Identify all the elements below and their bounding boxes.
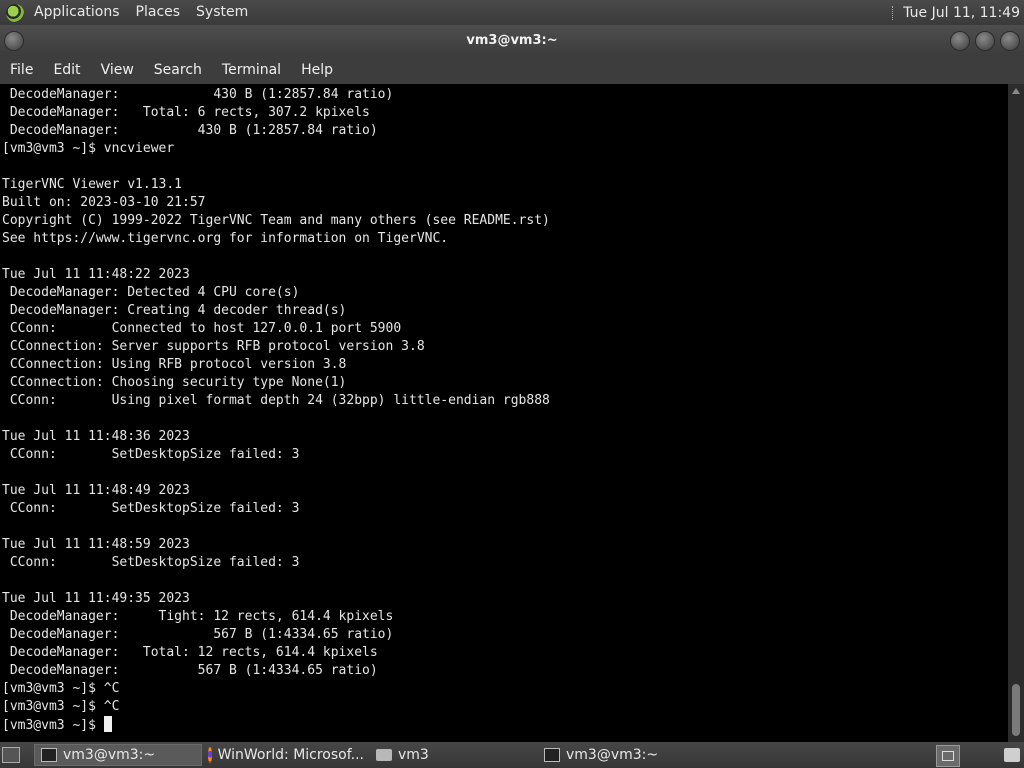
window-title: vm3@vm3:~ [466,33,558,48]
terminal-line: See https://www.tigervnc.org for informa… [2,231,449,246]
terminal-line: DecodeManager: Total: 12 rects, 614.4 kp… [2,645,378,660]
applications-menu[interactable]: Applications [26,0,128,25]
terminal-line: CConn: Connected to host 127.0.0.1 port … [2,321,402,336]
top-panel: Applications Places System Tue Jul 11, 1… [0,0,1024,25]
panel-separator [892,5,895,20]
terminal-icon [544,748,560,762]
terminal-prompt: [vm3@vm3 ~]$ [2,718,104,733]
terminal-output[interactable]: DecodeManager: 430 B (1:2857.84 ratio) D… [0,84,1008,742]
workspace-switcher[interactable] [936,745,960,767]
terminal-line: DecodeManager: 567 B (1:4334.65 ratio) [2,663,378,678]
terminal-line: CConnection: Server supports RFB protoco… [2,339,425,354]
task-label: vm3@vm3:~ [63,747,156,763]
menu-edit[interactable]: Edit [43,56,90,84]
taskbar-item-firefox[interactable]: WinWorld: Microsof... [202,744,370,766]
terminal-line: DecodeManager: 430 B (1:2857.84 ratio) [2,87,394,102]
show-desktop-icon[interactable] [2,747,20,763]
window-title-bar[interactable]: vm3@vm3:~ [0,25,1024,56]
terminal-line: Tue Jul 11 11:48:36 2023 [2,429,190,444]
bottom-panel: vm3@vm3:~ WinWorld: Microsof... vm3 vm3@… [0,742,1024,768]
terminal-line: DecodeManager: Total: 6 rects, 307.2 kpi… [2,105,370,120]
terminal-line: DecodeManager: Detected 4 CPU core(s) [2,285,300,300]
window-menu-icon[interactable] [4,31,24,51]
terminal-line: DecodeManager: Tight: 12 rects, 614.4 kp… [2,609,394,624]
terminal-line: DecodeManager: Creating 4 decoder thread… [2,303,347,318]
terminal-line: Tue Jul 11 11:48:49 2023 [2,483,190,498]
minimize-icon[interactable] [950,31,970,51]
terminal-cursor [103,716,112,732]
terminal-line: CConn: SetDesktopSize failed: 3 [2,447,300,462]
taskbar-item-terminal-1[interactable]: vm3@vm3:~ [34,744,202,766]
terminal-prompt-line: [vm3@vm3 ~]$ [2,716,1008,735]
task-label: vm3 [398,747,429,763]
taskbar-item-folder[interactable]: vm3 [370,744,538,766]
terminal-line: CConn: Using pixel format depth 24 (32bp… [2,393,550,408]
workspace-window-icon [942,751,954,761]
menu-terminal[interactable]: Terminal [212,56,291,84]
terminal-text: DecodeManager: 430 B (1:2857.84 ratio) D… [0,84,1008,735]
terminal-line: CConn: SetDesktopSize failed: 3 [2,555,300,570]
clock[interactable]: Tue Jul 11, 11:49 [903,5,1020,21]
terminal-line: Tue Jul 11 11:48:22 2023 [2,267,190,282]
taskbar-item-terminal-2[interactable]: vm3@vm3:~ [538,744,706,766]
task-label: WinWorld: Microsof... [217,747,364,763]
maximize-icon[interactable] [975,31,995,51]
scroll-up-icon[interactable] [1012,88,1020,94]
terminal-line: CConnection: Using RFB protocol version … [2,357,347,372]
terminal-line: [vm3@vm3 ~]$ vncviewer [2,141,175,156]
terminal-line: CConn: SetDesktopSize failed: 3 [2,501,300,516]
system-menu[interactable]: System [188,0,256,25]
terminal-line: DecodeManager: 430 B (1:2857.84 ratio) [2,123,378,138]
terminal-line: Copyright (C) 1999-2022 TigerVNC Team an… [2,213,550,228]
distro-logo-icon[interactable] [6,3,24,22]
terminal-line: DecodeManager: 567 B (1:4334.65 ratio) [2,627,394,642]
terminal-scrollbar[interactable] [1008,84,1024,742]
trash-icon[interactable] [1004,748,1020,762]
task-label: vm3@vm3:~ [566,747,659,763]
close-icon[interactable] [1000,31,1020,51]
terminal-line: Tue Jul 11 11:48:59 2023 [2,537,190,552]
terminal-line: [vm3@vm3 ~]$ ^C [2,699,120,714]
terminal-line: TigerVNC Viewer v1.13.1 [2,177,183,192]
menu-help[interactable]: Help [291,56,343,84]
places-menu[interactable]: Places [128,0,189,25]
folder-icon [376,749,392,761]
menu-view[interactable]: View [91,56,144,84]
firefox-icon [208,747,212,763]
menu-search[interactable]: Search [144,56,212,84]
menu-file[interactable]: File [0,56,43,84]
terminal-line: CConnection: Choosing security type None… [2,375,347,390]
menu-bar: File Edit View Search Terminal Help [0,56,1024,84]
terminal-line: Built on: 2023-03-10 21:57 [2,195,206,210]
terminal-icon [41,748,57,762]
scrollbar-thumb[interactable] [1012,684,1020,736]
terminal-line: Tue Jul 11 11:49:35 2023 [2,591,190,606]
terminal-line: [vm3@vm3 ~]$ ^C [2,681,120,696]
